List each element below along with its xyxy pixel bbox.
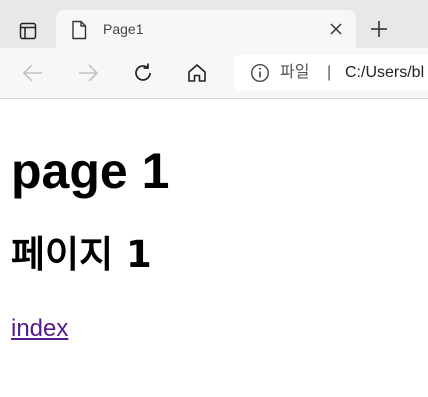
document-icon	[72, 20, 87, 40]
page-subheading: 페이지 1	[11, 233, 152, 276]
tab-close-button[interactable]	[326, 19, 346, 39]
back-arrow-icon	[22, 64, 42, 82]
forward-button[interactable]	[75, 60, 101, 86]
tab-title: Page1	[103, 21, 144, 37]
address-scheme-label: 파일	[280, 64, 310, 81]
address-bar[interactable]: 파일 | C:/Users/bl	[234, 55, 428, 91]
tab-actions-icon	[19, 22, 37, 40]
plus-icon	[371, 21, 387, 37]
index-link[interactable]: index	[11, 314, 68, 344]
info-icon[interactable]	[250, 63, 270, 83]
back-button[interactable]	[20, 60, 46, 86]
tab-actions-button[interactable]	[10, 14, 46, 48]
address-url[interactable]: C:/Users/bl	[345, 63, 424, 83]
close-icon	[330, 23, 342, 35]
address-separator: |	[327, 64, 332, 81]
tab-strip: Page1	[0, 0, 428, 48]
home-icon	[188, 64, 206, 82]
browser-toolbar: 파일 | C:/Users/bl	[0, 48, 428, 99]
refresh-button[interactable]	[130, 60, 156, 86]
home-button[interactable]	[184, 60, 210, 86]
page-heading: page 1	[11, 143, 170, 199]
refresh-icon	[135, 63, 151, 81]
new-tab-button[interactable]	[364, 14, 394, 44]
forward-arrow-icon	[79, 64, 99, 82]
tab-page1[interactable]: Page1	[56, 10, 356, 48]
